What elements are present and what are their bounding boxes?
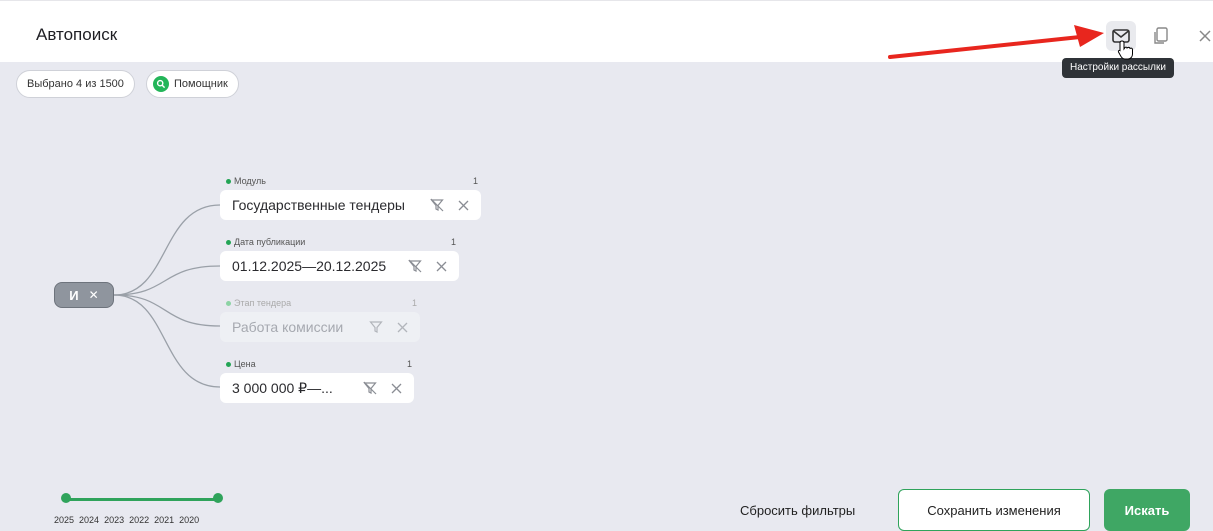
year-range-handle-start[interactable]: [61, 493, 71, 503]
filter-label-price: Цена: [226, 359, 256, 369]
mail-icon: [1112, 29, 1130, 43]
header-bar: Автопоиск: [0, 0, 1213, 63]
filter-label-stage: Этап тендера: [226, 298, 291, 308]
year-range-handle-end[interactable]: [213, 493, 223, 503]
filter-value: 3 000 000 ₽—...: [232, 379, 333, 396]
filter-count-date: 1: [451, 237, 457, 247]
helper-label: Помощник: [174, 78, 228, 90]
filter-label-module: Модуль: [226, 176, 266, 186]
filter-off-icon[interactable]: [408, 259, 422, 273]
filter-count-module: 1: [473, 176, 479, 186]
reset-filters-button[interactable]: Сбросить фильтры: [740, 503, 855, 518]
close-icon: [1199, 30, 1211, 42]
filter-chip-price[interactable]: 3 000 000 ₽—...: [220, 373, 414, 403]
remove-filter-icon[interactable]: [436, 261, 447, 272]
year-labels: 2025 2024 2023 2022 2021 2020: [54, 515, 200, 525]
page-title: Автопоиск: [36, 25, 118, 44]
copy-icon: [1154, 27, 1168, 44]
logic-and-label: И: [69, 287, 79, 303]
filter-value: Государственные тендеры: [232, 197, 405, 213]
remove-node-icon[interactable]: ✕: [89, 288, 99, 302]
search-icon: [153, 76, 169, 92]
mail-settings-tooltip: Настройки рассылки: [1062, 58, 1174, 78]
year-range-track: [66, 498, 218, 501]
remove-filter-icon[interactable]: [391, 383, 402, 394]
logic-and-node[interactable]: И ✕: [54, 282, 114, 308]
selected-count-pill[interactable]: Выбрано 4 из 1500: [16, 70, 135, 98]
filter-icon[interactable]: [369, 320, 383, 334]
search-button[interactable]: Искать: [1104, 489, 1190, 531]
close-button[interactable]: [1190, 21, 1213, 51]
copy-button[interactable]: [1146, 21, 1176, 51]
filter-off-icon[interactable]: [430, 198, 444, 212]
filter-chip-stage[interactable]: Работа комиссии: [220, 312, 420, 342]
filter-chip-module[interactable]: Государственные тендеры: [220, 190, 481, 220]
save-changes-button[interactable]: Сохранить изменения: [898, 489, 1090, 531]
filter-count-price: 1: [407, 359, 413, 369]
filter-value: Работа комиссии: [232, 319, 344, 335]
remove-filter-icon[interactable]: [397, 322, 408, 333]
filter-count-stage: 1: [412, 298, 418, 308]
filter-label-date: Дата публикации: [226, 237, 305, 247]
filter-value: 01.12.2025—20.12.2025: [232, 258, 387, 274]
mail-settings-button[interactable]: [1106, 21, 1136, 51]
remove-filter-icon[interactable]: [458, 200, 469, 211]
filter-chip-date[interactable]: 01.12.2025—20.12.2025: [220, 251, 459, 281]
more-dots-icon[interactable]: [1070, 23, 1100, 53]
filter-off-icon[interactable]: [363, 381, 377, 395]
filter-canvas: [0, 62, 1213, 531]
helper-button[interactable]: Помощник: [146, 70, 239, 98]
